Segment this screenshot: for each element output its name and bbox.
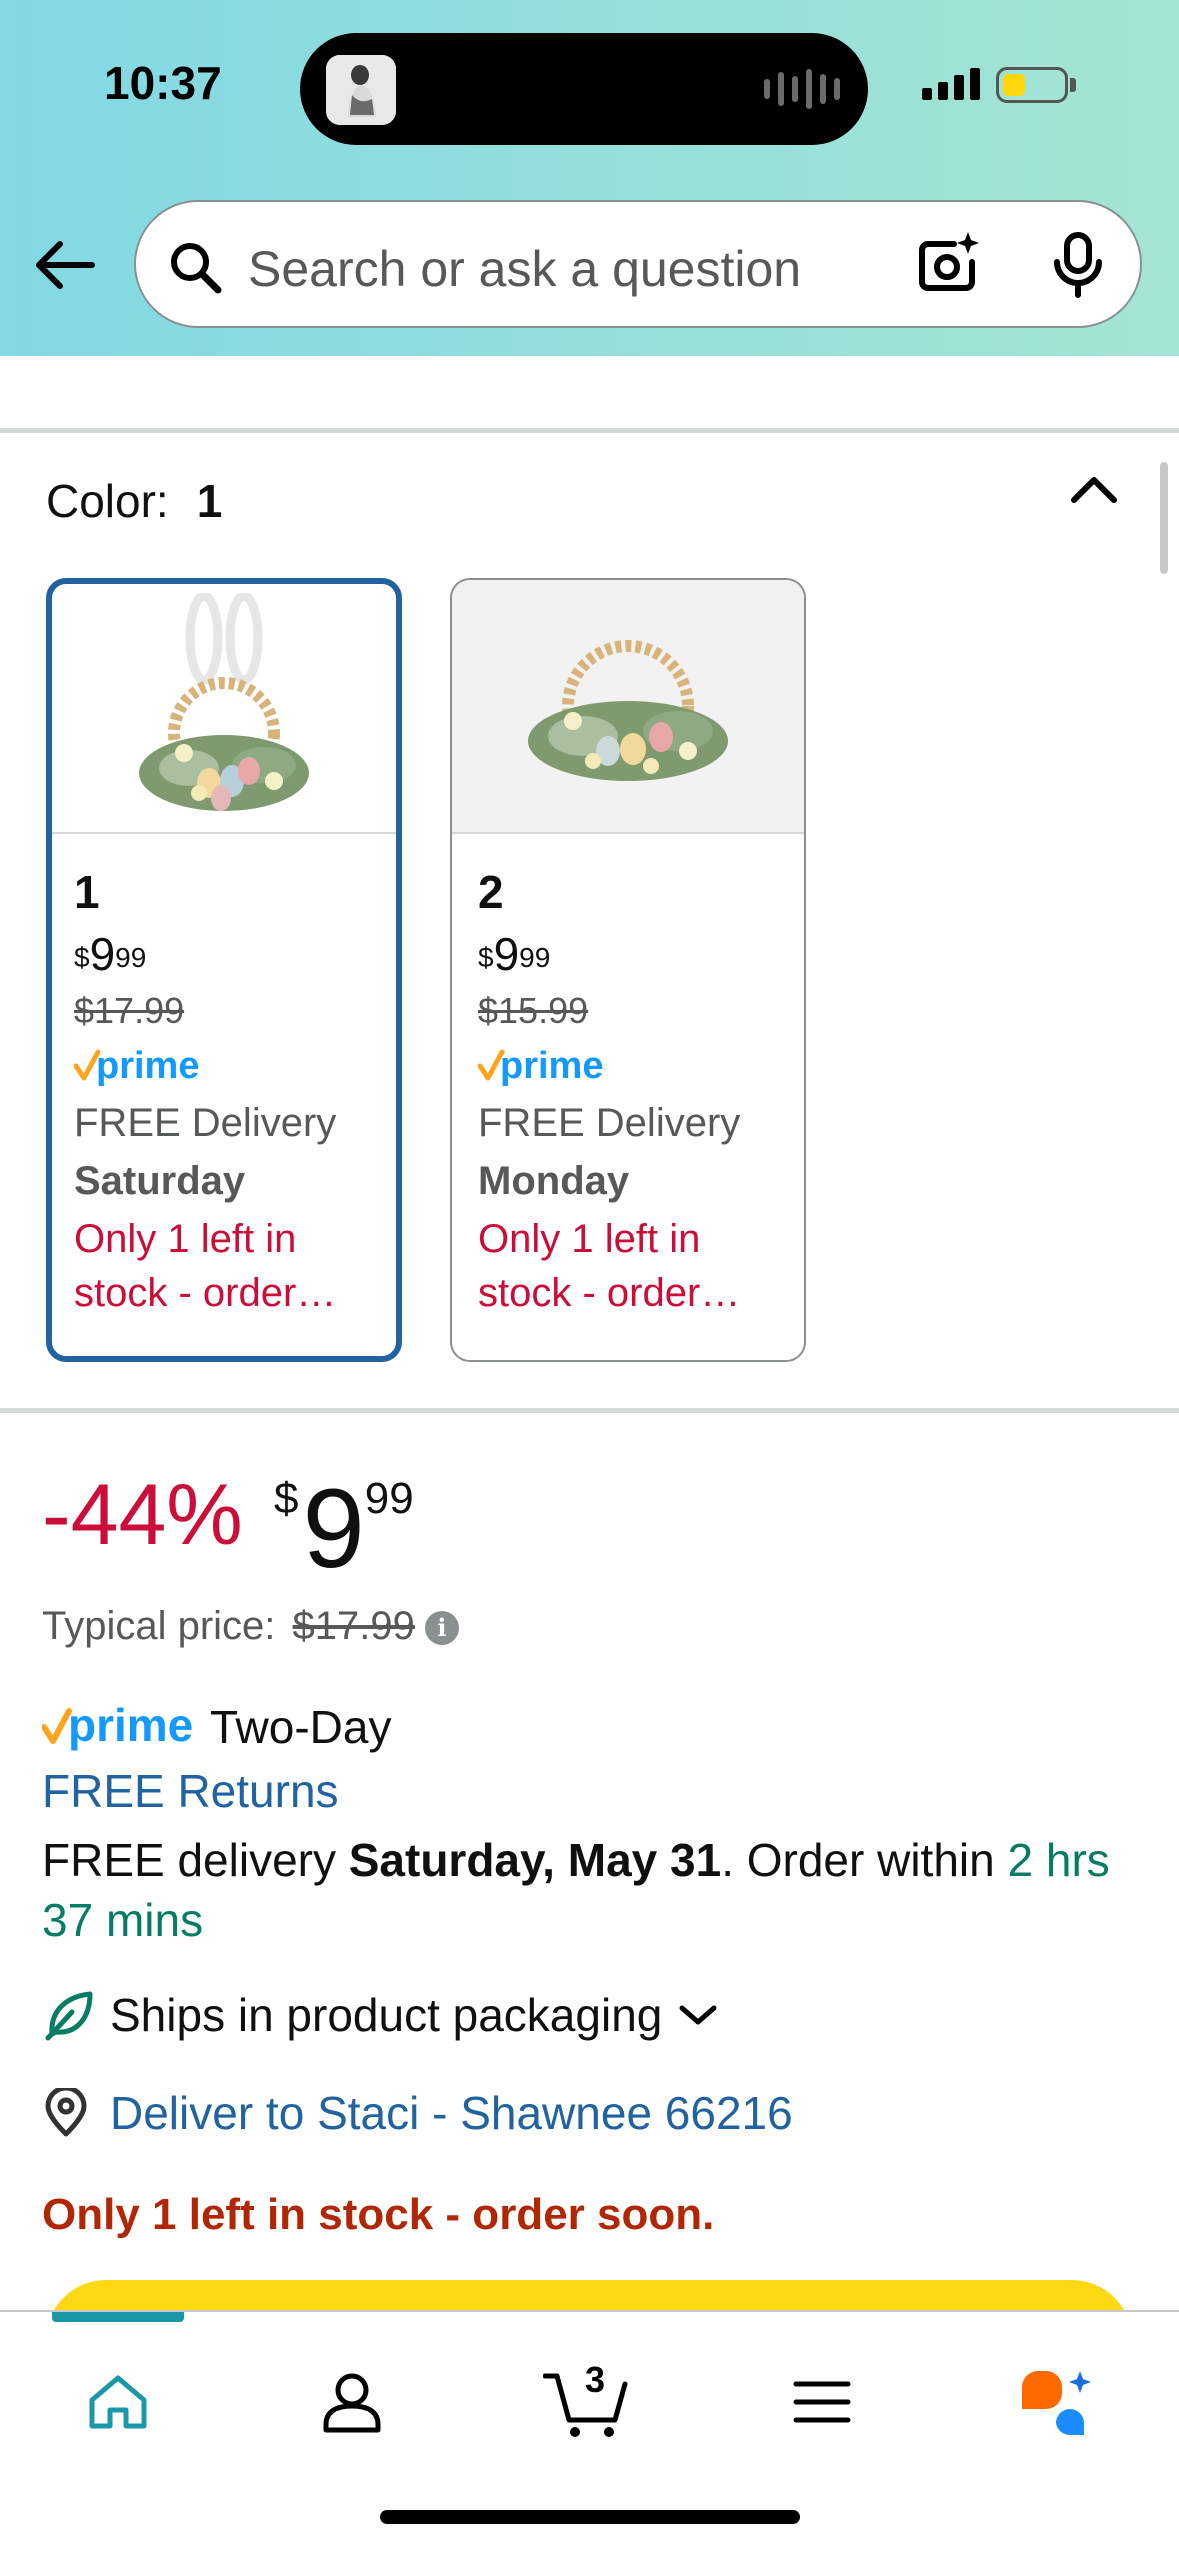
ai-assistant-icon bbox=[1022, 2371, 1091, 2436]
svg-text:prime: prime bbox=[96, 1045, 199, 1087]
option-stock-status: Only 1 left in stock - order… bbox=[74, 1217, 337, 1315]
microphone-icon[interactable] bbox=[1050, 232, 1106, 298]
free-returns-link[interactable]: FREE Returns bbox=[42, 1764, 339, 1818]
divider bbox=[0, 1408, 1179, 1413]
chevron-down-icon bbox=[679, 2005, 717, 2025]
divider bbox=[0, 428, 1179, 433]
option-name: 1 bbox=[74, 866, 100, 918]
status-time: 10:37 bbox=[104, 57, 222, 109]
search-bar[interactable]: Search or ask a question bbox=[134, 200, 1142, 328]
typical-price: Typical price: $17.99 i bbox=[42, 1604, 459, 1649]
color-option-2[interactable]: 2 $999 $15.99 prime FREE Delivery Monday… bbox=[450, 578, 806, 1362]
back-arrow-icon bbox=[36, 241, 95, 289]
prime-logo: prime bbox=[477, 1044, 804, 1088]
now-playing-thumbnail bbox=[326, 55, 396, 125]
option-delivery-label: FREE Delivery bbox=[74, 1101, 337, 1145]
dynamic-island bbox=[300, 33, 868, 145]
prime-logo-icon: prime bbox=[42, 1701, 193, 1751]
nav-home[interactable] bbox=[68, 2352, 168, 2452]
nav-rufus-assistant[interactable] bbox=[1006, 2352, 1106, 2452]
cell-signal-icon bbox=[922, 68, 980, 100]
color-variation-label: Color: 1 bbox=[46, 475, 223, 527]
option-delivery-label: FREE Delivery bbox=[478, 1101, 741, 1145]
audio-wave-icon bbox=[764, 69, 840, 109]
leaf-icon bbox=[45, 1991, 93, 2041]
nav-cart[interactable]: 3 bbox=[538, 2352, 638, 2452]
option-stock-status: Only 1 left in stock - order… bbox=[478, 1217, 741, 1315]
person-icon bbox=[323, 2373, 381, 2433]
home-icon bbox=[89, 2375, 147, 2429]
packaging-dropdown[interactable]: Ships in product packaging bbox=[42, 1988, 718, 2042]
product-thumbnail bbox=[52, 584, 396, 834]
prime-two-day: prime Two-Day bbox=[42, 1700, 391, 1754]
discount-percent: -44% bbox=[42, 1467, 243, 1563]
prime-logo: prime bbox=[73, 1044, 396, 1088]
chevron-up-icon[interactable] bbox=[1068, 468, 1120, 508]
option-delivery-day: Monday bbox=[478, 1159, 630, 1203]
camera-search-icon[interactable] bbox=[914, 230, 982, 298]
header: 10:37 Search or ask a question bbox=[0, 0, 1179, 356]
location-pin-icon bbox=[45, 2088, 87, 2137]
option-list-price: $15.99 bbox=[478, 990, 589, 1031]
option-name: 2 bbox=[478, 866, 504, 918]
info-icon[interactable]: i bbox=[424, 1611, 459, 1646]
option-delivery-day: Saturday bbox=[74, 1159, 246, 1203]
back-button[interactable] bbox=[30, 230, 100, 300]
delivery-date: Saturday, May 31 bbox=[348, 1834, 722, 1886]
packaging-label: Ships in product packaging bbox=[110, 1989, 663, 2041]
option-list-price: $17.99 bbox=[74, 990, 185, 1031]
svg-text:prime: prime bbox=[500, 1045, 603, 1087]
option-price: $999 bbox=[74, 928, 147, 980]
nav-menu[interactable] bbox=[772, 2352, 872, 2452]
current-price: $999 bbox=[274, 1466, 414, 1591]
stock-warning: Only 1 left in stock - order soon. bbox=[42, 2190, 715, 2239]
selected-color-value: 1 bbox=[196, 475, 223, 527]
color-option-1[interactable]: 1 $999 $17.99 prime FREE Delivery Saturd… bbox=[46, 578, 402, 1362]
product-thumbnail bbox=[452, 580, 804, 834]
battery-icon bbox=[996, 67, 1068, 103]
search-input[interactable]: Search or ask a question bbox=[248, 240, 801, 298]
home-indicator bbox=[380, 2510, 800, 2524]
scroll-indicator bbox=[1160, 462, 1168, 574]
deliver-to-label: Deliver to Staci - Shawnee 66216 bbox=[110, 2087, 793, 2139]
option-price: $999 bbox=[478, 928, 551, 980]
hamburger-menu-icon bbox=[793, 2381, 851, 2423]
prime-speed: Two-Day bbox=[210, 1701, 392, 1753]
active-tab-indicator bbox=[52, 2312, 184, 2322]
delivery-estimate: FREE delivery Saturday, May 31. Order wi… bbox=[42, 1834, 1110, 1946]
prime-check-icon: prime bbox=[477, 1045, 603, 1087]
deliver-to-link[interactable]: Deliver to Staci - Shawnee 66216 bbox=[42, 2086, 793, 2140]
cart-icon: 3 bbox=[543, 2362, 628, 2437]
search-icon bbox=[171, 243, 222, 294]
nav-account[interactable] bbox=[302, 2352, 402, 2452]
cart-count: 3 bbox=[585, 2362, 605, 2400]
prime-check-icon: prime bbox=[73, 1045, 199, 1087]
svg-text:prime: prime bbox=[68, 1701, 193, 1751]
